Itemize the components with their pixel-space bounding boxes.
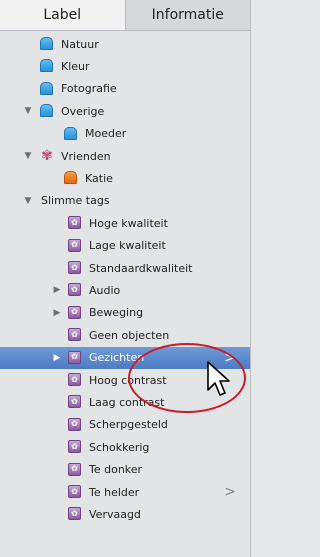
smart-tag-icon: ✿ (68, 462, 82, 477)
tree-item-label: Katie (85, 171, 113, 185)
tree-item-label: Standaardkwaliteit (89, 261, 193, 275)
smart-tag-icon: ✿ (68, 261, 82, 275)
tree-item-slimme-tags[interactable]: ▼ Slimme tags (0, 190, 250, 212)
smart-tag-icon: ✿ (68, 238, 82, 253)
tree-item-vrienden[interactable]: ▼ ✾ Vrienden (0, 145, 250, 167)
disclosure-collapsed-icon[interactable]: ▶ (52, 353, 62, 363)
tree-item-label: Laag contrast (89, 395, 165, 409)
tree-item-label: Hoog contrast (89, 373, 167, 387)
tree-item-label: Beweging (89, 306, 144, 320)
smart-tag-icon: ✿ (68, 305, 82, 320)
tree-item-te-donker[interactable]: ✿ Te donker (0, 459, 250, 481)
tree-item-katie[interactable]: Katie (0, 167, 250, 189)
disclosure-expanded-icon[interactable]: ▼ (23, 106, 33, 116)
tree-item-label: Audio (89, 283, 121, 297)
tree-item-moeder[interactable]: Moeder (0, 123, 250, 145)
mouse-pointer-icon (207, 361, 230, 396)
keyword-category-icon (40, 59, 54, 73)
tree-item-label: Gezichten (89, 351, 145, 365)
tree-item-label: Fotografie (61, 82, 117, 96)
disclosure-expanded-icon[interactable]: ▼ (23, 196, 33, 206)
tree-item-lage-kwaliteit[interactable]: ✿ Lage kwaliteit (0, 235, 250, 257)
tree-item-label: Vervaagd (89, 507, 141, 521)
tree-item-audio[interactable]: ▶ ✿ Audio (0, 279, 250, 301)
tree-item-fotografie[interactable]: Fotografie (0, 78, 250, 100)
tree-item-label: Te helder (89, 485, 140, 499)
tree-item-schokkerig[interactable]: ✿ Schokkerig (0, 436, 250, 458)
disclosure-collapsed-icon[interactable]: ▶ (52, 285, 62, 295)
smart-tag-icon: ✿ (68, 395, 82, 409)
keyword-category-icon (40, 104, 54, 118)
keyword-category-icon (40, 37, 54, 51)
keyword-category-icon (40, 81, 54, 96)
tree-item-te-helder[interactable]: ✿ Te helder > (0, 481, 250, 503)
smart-tag-icon: ✿ (68, 216, 82, 230)
tree-item-geen-objecten[interactable]: ✿ Geen objecten (0, 324, 250, 346)
tree-item-natuur[interactable]: Natuur (0, 33, 250, 55)
tab-label[interactable]: Label (0, 0, 126, 30)
tree-item-label: Te donker (89, 463, 143, 477)
tab-informatie[interactable]: Informatie (125, 0, 250, 30)
smart-tag-icon: ✿ (68, 417, 82, 432)
smart-tag-icon: ✿ (68, 373, 82, 387)
smart-tag-icon: ✿ (68, 283, 82, 297)
smart-tag-icon: ✿ (68, 440, 82, 454)
smart-tag-icon: ✿ (68, 350, 82, 365)
tree-item-kleur[interactable]: Kleur (0, 55, 250, 77)
flower-icon: ✾ (41, 148, 53, 164)
smart-tag-icon: ✿ (68, 328, 82, 342)
tree-item-label: Scherpgesteld (89, 418, 168, 432)
tree-item-overige[interactable]: ▼ Overige (0, 100, 250, 122)
tree-item-scherpgesteld[interactable]: ✿ Scherpgesteld (0, 414, 250, 436)
tree-item-label: Slimme tags (41, 194, 110, 208)
tree-item-label: Kleur (61, 59, 90, 73)
keyword-panel: Label Informatie Natuur Kleur Fotografie ▼ O… (0, 0, 251, 557)
disclosure-expanded-icon[interactable]: ▼ (23, 151, 33, 161)
tree-item-vervaagd[interactable]: ✿ Vervaagd (0, 503, 250, 525)
tree-item-label: Hoge kwaliteit (89, 216, 168, 230)
tree-item-label: Overige (61, 104, 105, 118)
tree-item-label: Geen objecten (89, 328, 170, 342)
tree-item-label: Moeder (85, 127, 127, 141)
tree-item-label: Natuur (61, 37, 99, 51)
chevron-right-icon[interactable]: > (224, 484, 236, 500)
disclosure-collapsed-icon[interactable]: ▶ (52, 308, 62, 318)
tree-item-label: Lage kwaliteit (89, 239, 166, 253)
tree-item-label: Schokkerig (89, 440, 150, 454)
tree-item-hoge-kwaliteit[interactable]: ✿ Hoge kwaliteit (0, 212, 250, 234)
keyword-category-icon (64, 126, 78, 141)
smart-tag-icon: ✿ (68, 507, 82, 521)
smart-tag-icon: ✿ (68, 485, 82, 499)
tree-item-label: Vrienden (61, 149, 111, 163)
keyword-category-icon (64, 171, 78, 185)
tree-item-beweging[interactable]: ▶ ✿ Beweging (0, 302, 250, 324)
panel-tabs: Label Informatie (0, 0, 250, 31)
tree-item-standaardkwaliteit[interactable]: ✿ Standaardkwaliteit (0, 257, 250, 279)
